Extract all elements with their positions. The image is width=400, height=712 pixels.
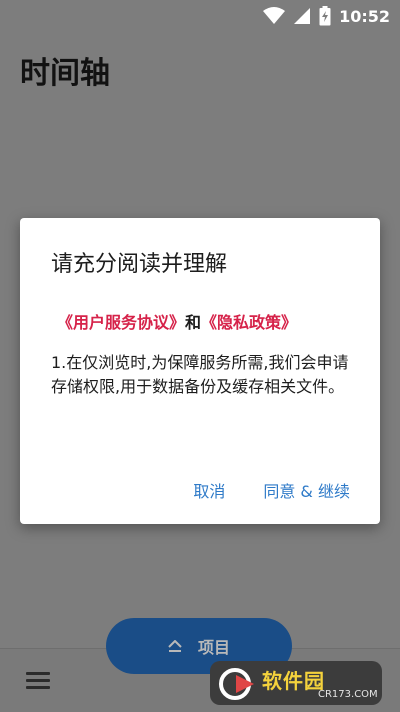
- battery-charging-icon: [319, 6, 331, 26]
- dialog-actions: 取消 同意 & 继续: [193, 478, 350, 502]
- page-title: 时间轴: [20, 56, 110, 91]
- agree-continue-button[interactable]: 同意 & 继续: [263, 478, 350, 502]
- permission-dialog: 请充分阅读并理解 《用户服务协议》和《隐私政策》 1.在仅浏览时,为保障服务所需…: [20, 218, 380, 524]
- cancel-button[interactable]: 取消: [193, 478, 225, 502]
- policy-conjunction: 和: [185, 313, 202, 332]
- status-time: 10:52: [339, 6, 390, 26]
- hamburger-menu-icon[interactable]: [26, 668, 52, 690]
- site-watermark: 软件园 CR173.COM: [210, 661, 382, 705]
- dialog-body: 1.在仅浏览时,为保障服务所需,我们会申请存储权限,用于数据备份及缓存相关文件。: [51, 353, 349, 396]
- fab-label: 项目: [197, 638, 230, 657]
- watermark-brand: 软件园: [262, 669, 325, 693]
- signal-icon: [294, 8, 311, 24]
- status-bar: 10:52: [0, 0, 400, 32]
- watermark-site: CR173.COM: [318, 689, 378, 700]
- dialog-title: 请充分阅读并理解: [51, 252, 228, 277]
- watermark-logo-icon: [219, 668, 254, 700]
- chevron-up-icon: [168, 640, 182, 652]
- wifi-icon: [263, 7, 286, 24]
- privacy-policy-link[interactable]: 《隐私政策》: [201, 313, 297, 332]
- policy-links: 《用户服务协议》和《隐私政策》: [57, 309, 297, 333]
- status-icons: 10:52: [263, 4, 390, 28]
- user-agreement-link[interactable]: 《用户服务协议》: [57, 313, 185, 332]
